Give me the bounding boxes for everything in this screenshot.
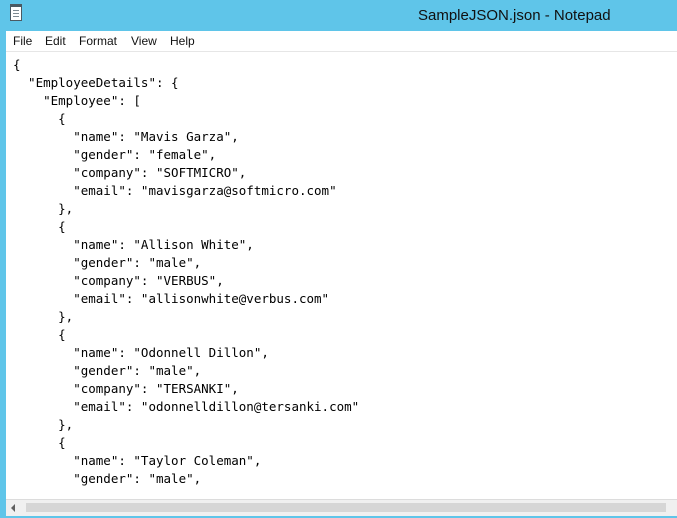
menu-file[interactable]: File <box>13 34 32 48</box>
scrollbar-thumb[interactable] <box>26 503 666 512</box>
menu-format[interactable]: Format <box>79 34 117 48</box>
horizontal-scrollbar[interactable] <box>6 499 677 516</box>
menu-help[interactable]: Help <box>170 34 195 48</box>
title-bar[interactable]: SampleJSON.json - Notepad <box>0 0 677 30</box>
notepad-window: SampleJSON.json - Notepad File Edit Form… <box>0 0 677 518</box>
editor-content[interactable]: { "EmployeeDetails": { "Employee": [ { "… <box>13 56 359 488</box>
window-title: SampleJSON.json - Notepad <box>418 7 611 24</box>
notepad-icon[interactable] <box>10 4 22 21</box>
chevron-left-icon[interactable] <box>11 504 15 512</box>
menu-view[interactable]: View <box>131 34 157 48</box>
menu-bar: File Edit Format View Help <box>6 31 677 52</box>
menu-edit[interactable]: Edit <box>45 34 66 48</box>
text-editor-area[interactable]: { "EmployeeDetails": { "Employee": [ { "… <box>6 52 677 499</box>
